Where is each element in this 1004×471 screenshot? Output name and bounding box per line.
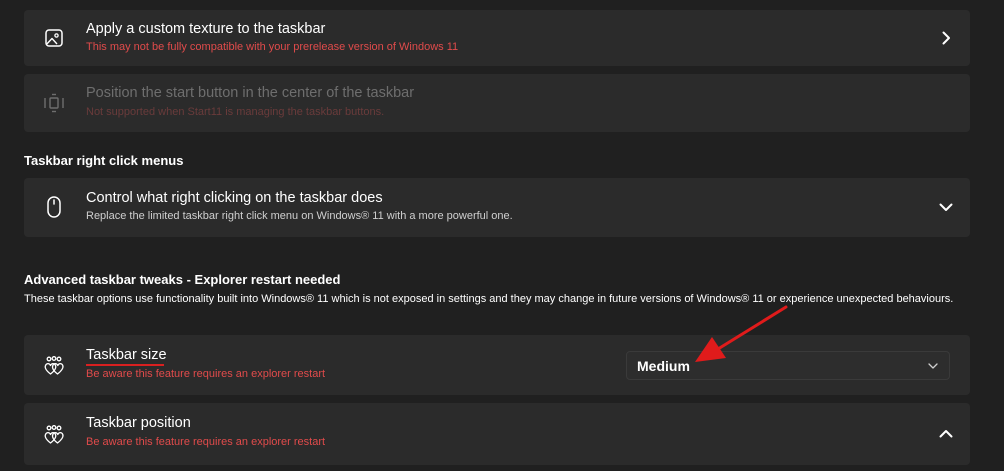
right-click-menus-heading: Taskbar right click menus bbox=[24, 153, 184, 168]
center-start-button-card: Position the start button in the center … bbox=[24, 74, 970, 132]
right-click-control-card[interactable]: Control what right clicking on the taskb… bbox=[24, 178, 970, 237]
taskbar-position-subtitle: Be aware this feature requires an explor… bbox=[86, 436, 326, 448]
chevron-down-icon[interactable] bbox=[938, 199, 954, 215]
taskbar-size-selected-value: Medium bbox=[637, 358, 690, 374]
right-click-control-subtitle: Replace the limited taskbar right click … bbox=[86, 210, 513, 222]
chevron-right-icon[interactable] bbox=[938, 30, 954, 46]
taskbar-size-subtitle: Be aware this feature requires an explor… bbox=[86, 368, 326, 380]
taskbar-position-title: Taskbar position bbox=[86, 415, 191, 431]
taskbar-size-dropdown[interactable]: Medium bbox=[626, 351, 950, 380]
custom-texture-subtitle: This may not be fully compatible with yo… bbox=[86, 41, 459, 53]
custom-texture-card[interactable]: Apply a custom texture to the taskbar Th… bbox=[24, 10, 970, 66]
chevron-down-icon bbox=[927, 359, 939, 371]
advanced-tweaks-description: These taskbar options use functionality … bbox=[24, 293, 954, 305]
advanced-tweaks-heading: Advanced taskbar tweaks - Explorer resta… bbox=[24, 272, 341, 287]
taskbar-size-title: Taskbar size bbox=[86, 347, 167, 363]
center-start-button-subtitle: Not supported when Start11 is managing t… bbox=[86, 106, 385, 118]
annotation-underline bbox=[86, 364, 164, 366]
chevron-up-icon[interactable] bbox=[938, 426, 954, 442]
image-icon bbox=[42, 26, 66, 50]
hearts-icon bbox=[42, 423, 66, 447]
mouse-icon bbox=[42, 195, 66, 219]
taskbar-center-icon bbox=[42, 91, 66, 115]
custom-texture-title: Apply a custom texture to the taskbar bbox=[86, 21, 326, 37]
hearts-icon bbox=[42, 354, 66, 378]
center-start-button-title: Position the start button in the center … bbox=[86, 85, 415, 101]
right-click-control-title: Control what right clicking on the taskb… bbox=[86, 190, 383, 206]
taskbar-position-card[interactable]: Taskbar position Be aware this feature r… bbox=[24, 403, 970, 465]
